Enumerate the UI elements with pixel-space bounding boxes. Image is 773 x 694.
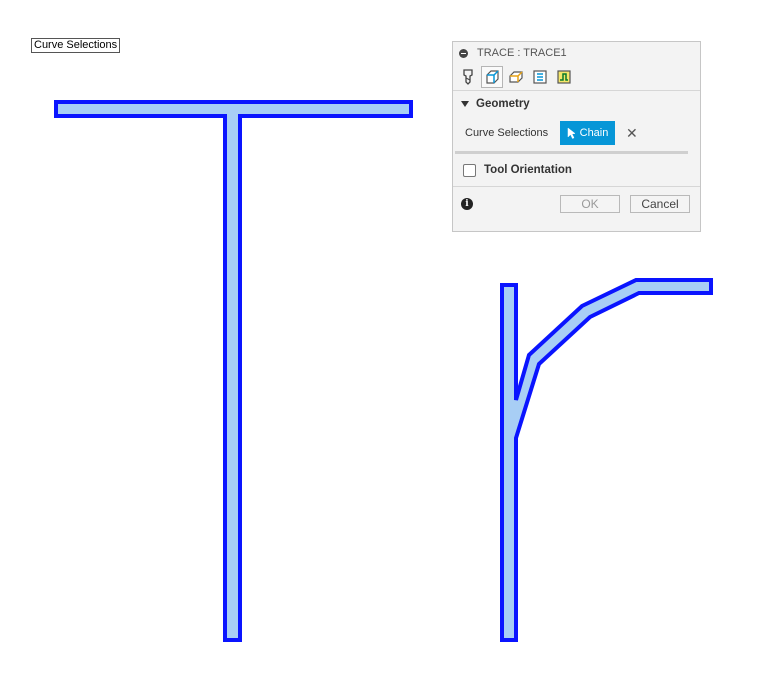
- curve-selections-row: Curve Selections Chain ✕: [453, 117, 700, 149]
- heights-icon: [509, 71, 523, 83]
- tool-orientation-row[interactable]: Tool Orientation: [453, 154, 700, 187]
- tab-heights[interactable]: [505, 66, 527, 88]
- collapse-icon[interactable]: [459, 48, 468, 58]
- caret-down-icon: [461, 101, 469, 107]
- tool-orientation-checkbox[interactable]: [463, 163, 476, 177]
- tab-tool[interactable]: [457, 66, 479, 88]
- dialog-title: TRACE : TRACE1: [477, 47, 567, 59]
- dialog-footer: i OK Cancel: [453, 187, 700, 221]
- geometry-section-header[interactable]: Geometry: [453, 91, 700, 117]
- chain-selection-button[interactable]: Chain: [560, 121, 615, 145]
- linking-icon: [557, 70, 571, 84]
- tooltip: Curve Selections: [31, 38, 121, 53]
- trace-dialog: TRACE : TRACE1 Geometry Curve Selections…: [452, 41, 701, 232]
- ok-button[interactable]: OK: [560, 195, 620, 213]
- selected-curve-r[interactable]: [500, 278, 713, 642]
- selected-curve-t[interactable]: [54, 100, 413, 642]
- close-icon[interactable]: ✕: [626, 125, 638, 142]
- curve-selections-label: Curve Selections: [465, 127, 549, 139]
- curve-r-stem[interactable]: [500, 278, 713, 642]
- passes-icon: [533, 70, 547, 84]
- tab-linking[interactable]: [553, 66, 575, 88]
- dialog-header[interactable]: TRACE : TRACE1: [453, 42, 700, 64]
- cursor-arrow-icon: [567, 127, 576, 139]
- tool-orientation-label: Tool Orientation: [484, 164, 572, 176]
- geometry-section-label: Geometry: [476, 98, 530, 110]
- tab-passes[interactable]: [529, 66, 551, 88]
- geometry-icon: [486, 70, 499, 84]
- info-icon[interactable]: i: [461, 198, 473, 210]
- chain-button-label: Chain: [579, 127, 609, 139]
- cancel-button[interactable]: Cancel: [630, 195, 690, 213]
- curve-t-top-bar[interactable]: [54, 100, 413, 642]
- dialog-tabs: [453, 64, 700, 91]
- tool-icon: [463, 69, 473, 85]
- tab-geometry[interactable]: [481, 66, 503, 88]
